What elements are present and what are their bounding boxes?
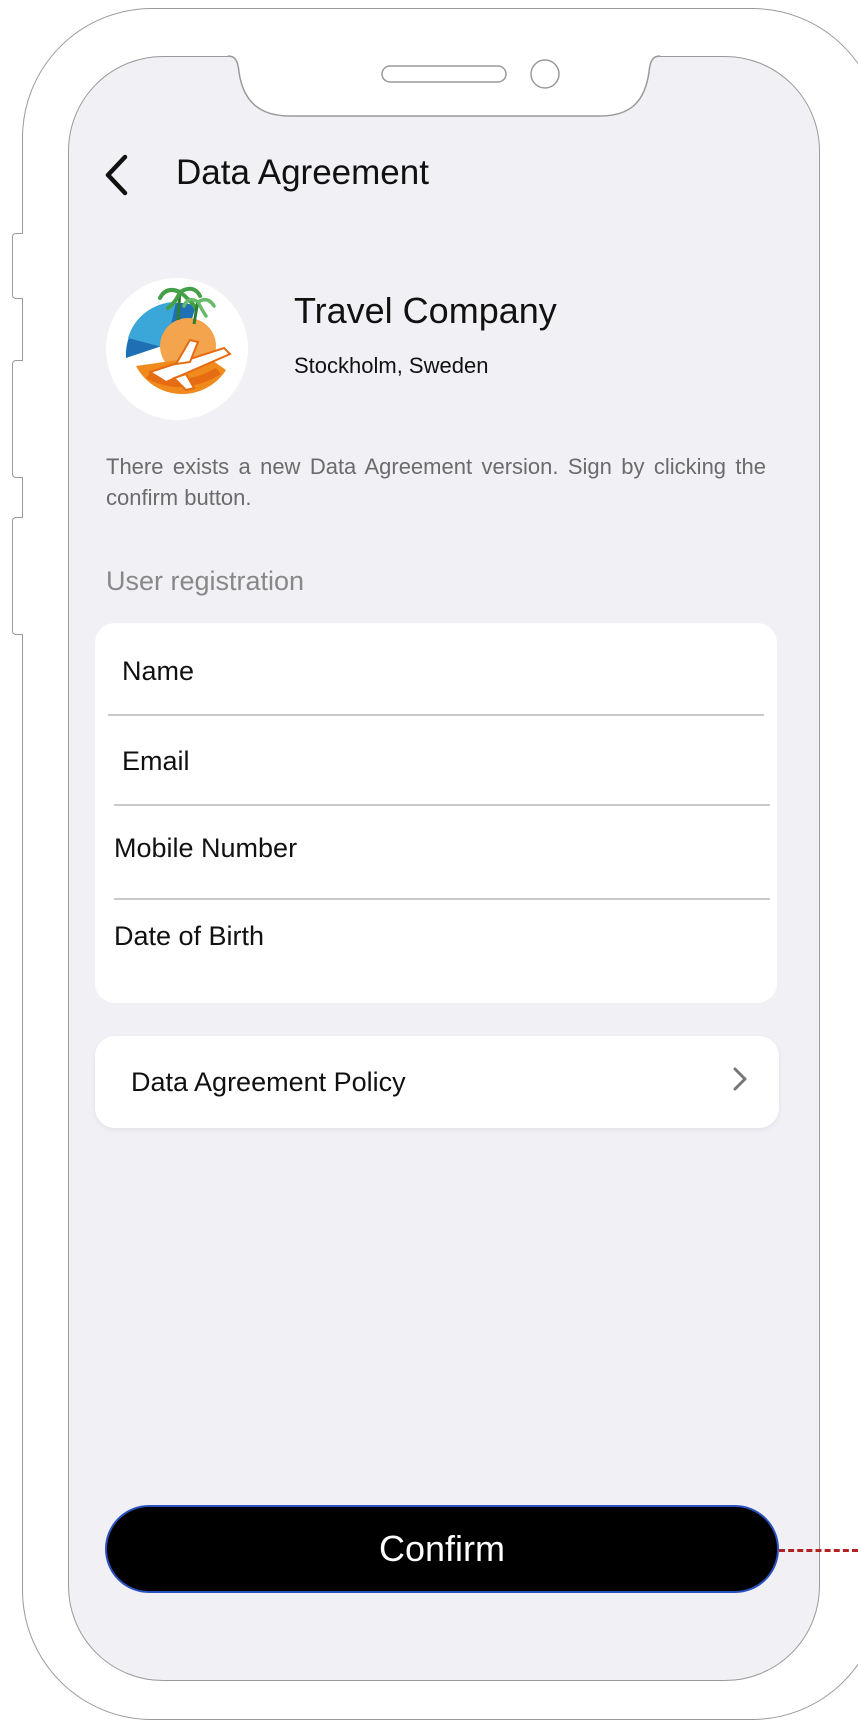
divider — [114, 898, 770, 900]
divider — [108, 714, 764, 716]
policy-label: Data Agreement Policy — [131, 1067, 406, 1097]
field-email: Email — [122, 746, 190, 776]
company-location: Stockholm, Sweden — [294, 353, 489, 378]
confirm-button[interactable]: Confirm — [105, 1505, 779, 1593]
agreement-notice: There exists a new Data Agreement versio… — [106, 454, 766, 510]
company-name: Travel Company — [294, 290, 557, 331]
section-label: User registration — [106, 566, 305, 596]
page-title: Data Agreement — [176, 153, 429, 192]
chevron-right-icon — [733, 1067, 747, 1091]
phone-side-button-volume-down — [12, 517, 23, 635]
travel-globe-plane-palm-logo — [106, 278, 248, 420]
phone-side-button-mute — [12, 233, 23, 299]
field-mobile-number: Mobile Number — [114, 833, 298, 863]
chevron-left-icon[interactable] — [100, 152, 134, 198]
field-name: Name — [122, 656, 195, 686]
company-logo — [106, 278, 248, 420]
phone-side-button-volume-up — [12, 360, 23, 478]
field-date-of-birth: Date of Birth — [114, 921, 265, 951]
data-agreement-policy-row[interactable]: Data Agreement Policy — [95, 1036, 779, 1128]
divider — [114, 804, 770, 806]
phone-notch — [227, 55, 661, 117]
annotation-connector — [779, 1549, 858, 1552]
